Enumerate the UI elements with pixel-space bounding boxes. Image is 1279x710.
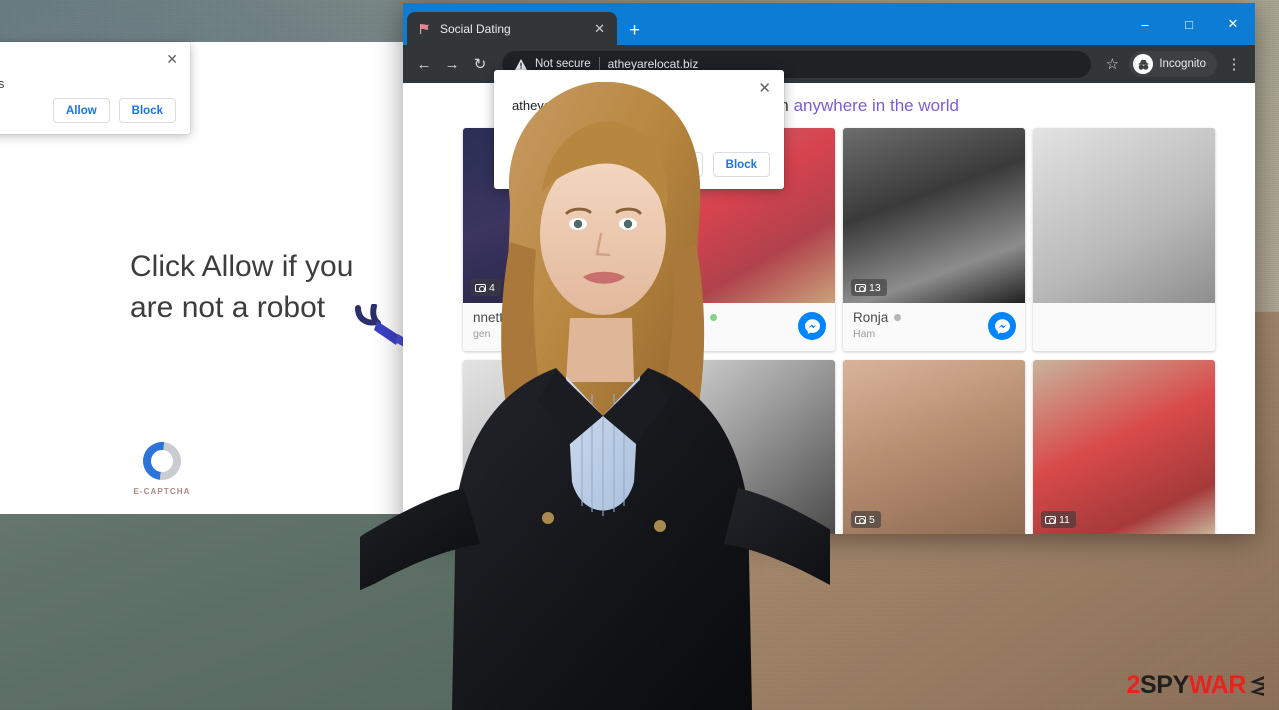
camera-icon xyxy=(1045,515,1056,524)
woman-foreground-photo xyxy=(360,82,830,710)
minimize-button[interactable]: – xyxy=(1123,3,1167,45)
browser-menu-icon[interactable]: ⋮ xyxy=(1221,51,1247,77)
chevron-icon xyxy=(1247,675,1265,697)
profile-photo[interactable] xyxy=(1033,128,1215,303)
bookmark-star-icon[interactable]: ☆ xyxy=(1099,51,1125,77)
watermark-two: 2 xyxy=(1126,671,1141,699)
captcha-label: E-CAPTCHA xyxy=(133,487,191,496)
omnibox-separator xyxy=(598,57,600,71)
close-icon[interactable]: ✕ xyxy=(166,51,178,68)
left-block-button[interactable]: Block xyxy=(118,98,176,123)
woman-neck xyxy=(566,318,634,382)
close-window-button[interactable]: ✕ xyxy=(1211,3,1255,45)
profile-photo[interactable]: 5 xyxy=(843,360,1025,534)
photo-count: 13 xyxy=(869,281,881,294)
photo-count: 5 xyxy=(869,513,875,526)
watermark-war: WAR xyxy=(1188,671,1247,699)
scam-headline: Click Allow if you are not a robot xyxy=(130,250,354,324)
watermark-2spyware: 2 SPY WAR xyxy=(1127,673,1265,698)
photo-count-badge: 13 xyxy=(851,279,887,296)
photo-count-badge: 11 xyxy=(1041,511,1076,528)
camera-icon xyxy=(855,515,866,524)
woman-iris-left xyxy=(573,219,583,229)
profile-info xyxy=(1033,303,1215,351)
messenger-button[interactable] xyxy=(988,312,1016,340)
tab-title: Social Dating xyxy=(440,21,511,36)
security-status-label: Not secure xyxy=(535,58,591,70)
profile-info: Ronja Ham xyxy=(843,303,1025,351)
profile-card[interactable]: 5 xyxy=(843,360,1025,534)
incognito-indicator[interactable]: Incognito xyxy=(1129,51,1217,77)
window-controls: – □ ✕ xyxy=(1123,3,1255,45)
tab-favicon-icon xyxy=(416,21,431,36)
left-notification-popup: ✕ how notifications Allow Block xyxy=(0,42,190,134)
blazer-button-left xyxy=(542,512,554,524)
woman-iris-right xyxy=(623,219,633,229)
toolbar-right-cluster: ☆ Incognito ⋮ xyxy=(1099,51,1247,77)
blazer-button-right xyxy=(654,520,666,532)
incognito-label: Incognito xyxy=(1159,58,1206,70)
incognito-avatar-icon xyxy=(1133,54,1154,74)
browser-tab-social-dating[interactable]: Social Dating ✕ xyxy=(407,12,617,45)
photo-count-badge: 5 xyxy=(851,511,881,528)
url-text: atheyarelocat.biz xyxy=(607,57,699,71)
reload-button[interactable]: ↻ xyxy=(467,51,493,77)
status-dot xyxy=(894,314,902,321)
maximize-button[interactable]: □ xyxy=(1167,3,1211,45)
title-bar: Social Dating ✕ + – □ ✕ xyxy=(403,3,1255,45)
new-tab-button[interactable]: + xyxy=(629,21,640,40)
left-popup-buttons: Allow Block xyxy=(53,98,176,123)
camera-icon xyxy=(855,283,866,292)
e-captcha-logo: E-CAPTCHA xyxy=(122,434,202,496)
photo-count: 11 xyxy=(1059,513,1070,526)
tab-close-icon[interactable]: ✕ xyxy=(591,20,608,37)
forward-button[interactable]: → xyxy=(439,51,465,77)
left-popup-text: how notifications xyxy=(0,77,5,91)
left-allow-button[interactable]: Allow xyxy=(53,98,110,123)
profile-photo[interactable]: 13 xyxy=(843,128,1025,303)
back-button[interactable]: ← xyxy=(411,51,437,77)
profile-card[interactable]: 11 Clark Ko xyxy=(1033,360,1215,534)
profile-card[interactable] xyxy=(1033,128,1215,351)
profile-photo[interactable]: 11 xyxy=(1033,360,1215,534)
profile-card[interactable]: 13 Ronja Ham xyxy=(843,128,1025,351)
profile-name: Ronja xyxy=(853,310,889,325)
watermark-spy: SPY xyxy=(1140,671,1189,699)
captcha-c-icon xyxy=(135,434,189,488)
not-secure-warning-icon xyxy=(515,58,527,70)
